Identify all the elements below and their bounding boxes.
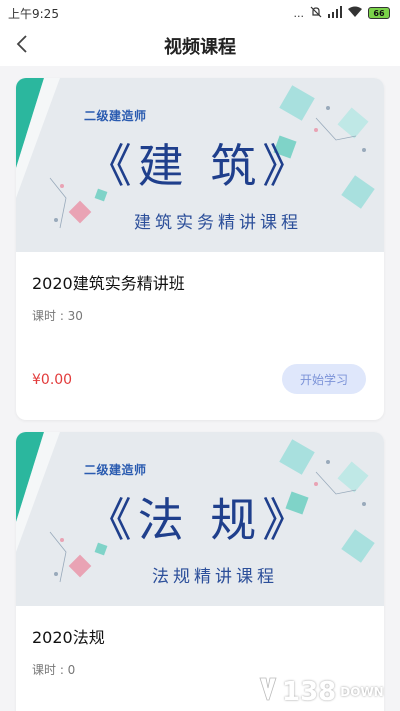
signal-icon	[328, 5, 342, 21]
watermark-suffix: DOWN	[340, 685, 384, 699]
page-title: 视频课程	[164, 37, 236, 58]
course-price: ¥0.00	[32, 372, 73, 388]
course-card[interactable]: 二级建造师 《建 筑》 建筑实务精讲课程 2020建筑实务精讲班 课时 : 30…	[16, 78, 384, 420]
watermark-number: 138	[282, 677, 337, 707]
banner-subtitle: 建筑实务精讲课程	[134, 213, 302, 233]
course-card[interactable]: 二级建造师 《法 规》 法规精讲课程 2020法规 课时 : 0	[16, 432, 384, 711]
start-learning-button[interactable]: 开始学习	[282, 364, 366, 394]
back-button[interactable]	[10, 34, 34, 58]
more-dots: ...	[293, 6, 305, 20]
battery-level: 66	[373, 8, 385, 18]
course-banner: 二级建造师 《建 筑》 建筑实务精讲课程	[16, 78, 384, 252]
banner-title: 《建 筑》	[85, 139, 315, 193]
navigation-bar: 视频课程	[0, 26, 400, 66]
course-hours: 课时 : 0	[32, 663, 76, 677]
banner-org-label: 二级建造师	[84, 109, 147, 123]
chevron-left-icon	[15, 34, 29, 58]
watermark: 138 DOWN	[258, 676, 384, 708]
course-banner: 二级建造师 《法 规》 法规精讲课程	[16, 432, 384, 606]
status-bar: 上午9:25 ... 66	[0, 0, 400, 26]
course-title: 2020建筑实务精讲班	[32, 274, 185, 293]
status-indicators: ... 66	[293, 5, 390, 21]
course-title: 2020法规	[32, 628, 105, 647]
watermark-logo-icon	[258, 676, 278, 708]
battery-icon: 66	[368, 7, 390, 19]
mute-icon	[310, 6, 322, 21]
status-time: 上午9:25	[8, 6, 59, 21]
banner-title: 《法 规》	[85, 493, 315, 547]
banner-subtitle: 法规精讲课程	[152, 567, 278, 587]
course-hours: 课时 : 30	[32, 309, 83, 323]
banner-org-label: 二级建造师	[84, 463, 147, 477]
wifi-icon	[348, 6, 362, 21]
